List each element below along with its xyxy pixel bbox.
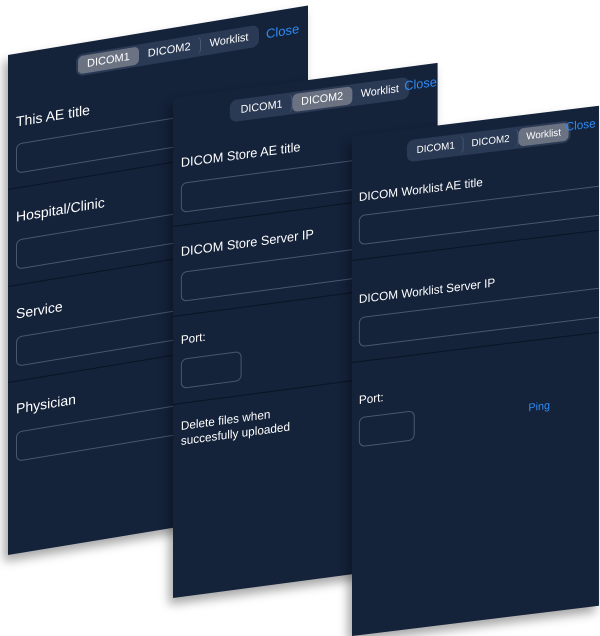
tab-dicom1[interactable]: DICOM1 xyxy=(231,94,293,121)
store-ae-title-label: DICOM Store AE title xyxy=(180,139,301,170)
tab-dicom1[interactable]: DICOM1 xyxy=(408,135,464,161)
tab-worklist[interactable]: Worklist xyxy=(201,27,258,54)
tab-dicom2[interactable]: DICOM2 xyxy=(138,36,201,65)
tab-selector: DICOM1 DICOM2 Worklist xyxy=(406,120,571,163)
hospital-clinic-label: Hospital/Clinic xyxy=(16,194,105,225)
port-label: Port: xyxy=(180,329,206,347)
physician-label: Physician xyxy=(16,390,76,417)
ae-title-label: This AE title xyxy=(16,101,90,130)
close-button[interactable]: Close xyxy=(266,21,299,41)
ping-button[interactable]: Ping xyxy=(528,400,550,415)
service-label: Service xyxy=(16,297,63,322)
close-button[interactable]: Close xyxy=(404,74,437,93)
worklist-port-input[interactable] xyxy=(358,410,415,448)
worklist-settings-screen: DICOM1 DICOM2 Worklist Close DICOM Workl… xyxy=(352,105,599,636)
tab-dicom2[interactable]: DICOM2 xyxy=(292,86,352,113)
close-button[interactable]: Close xyxy=(566,116,596,134)
tab-selector: DICOM1 DICOM2 Worklist xyxy=(76,24,260,77)
store-server-ip-label: DICOM Store Server IP xyxy=(180,226,314,259)
tab-worklist[interactable]: Worklist xyxy=(352,79,408,104)
tab-dicom1[interactable]: DICOM1 xyxy=(78,46,139,75)
worklist-ae-title-label: DICOM Worklist AE title xyxy=(358,174,483,205)
tab-worklist[interactable]: Worklist xyxy=(518,122,569,147)
tab-dicom2[interactable]: DICOM2 xyxy=(463,128,519,154)
worklist-server-ip-label: DICOM Worklist Server IP xyxy=(358,275,496,307)
worklist-port-label: Port: xyxy=(358,390,384,408)
port-input[interactable] xyxy=(180,350,242,389)
